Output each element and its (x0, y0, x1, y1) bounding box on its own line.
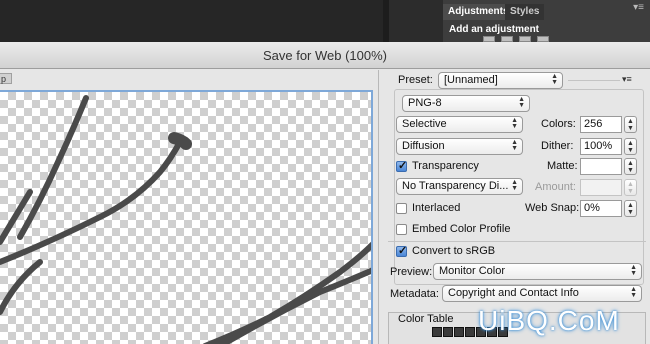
preview-value: Monitor Color (439, 265, 506, 277)
chevron-updown-icon: ▲ ▼ (511, 179, 518, 192)
matte-label: Matte: (547, 160, 578, 172)
color-swatch[interactable] (432, 327, 442, 337)
tab-adjustments[interactable]: Adjustments (443, 4, 514, 20)
preset-label: Preset: (398, 74, 433, 86)
preset-value: [Unnamed] (444, 74, 498, 86)
transparency-dither-select[interactable]: No Transparency Di... ▲ ▼ (396, 178, 523, 195)
color-table-label: Color Table (398, 313, 454, 325)
save-for-web-dialog: Save for Web (100%) p Preset: [Unnamed] … (0, 42, 650, 344)
document-area (0, 0, 383, 42)
interlaced-label: Interlaced (412, 202, 461, 214)
dither-field[interactable]: 100% (580, 138, 622, 155)
dialog-title: Save for Web (100%) (262, 48, 388, 63)
add-adjustment-label: Add an adjustment (449, 24, 540, 35)
adjustments-panel: Adjustments Styles ▾≡ Add an adjustment (443, 0, 650, 42)
format-select[interactable]: PNG-8 ▲ ▼ (402, 95, 530, 112)
image-preview-canvas[interactable] (0, 90, 373, 344)
amount-field (580, 179, 622, 196)
colors-label: Colors: (541, 118, 576, 130)
transparency-dither-value: No Transparency Di... (402, 180, 509, 192)
photoshop-workspace: Adjustments Styles ▾≡ Add an adjustment (0, 0, 650, 42)
metadata-label: Metadata: (390, 288, 439, 300)
transparency-label: Transparency (412, 160, 479, 172)
optimize-settings: Preset: [Unnamed] ▲ ▼ ▾≡ PNG-8 ▲ ▼ Selecti… (384, 70, 650, 344)
web-snap-stepper[interactable]: ▲ ▼ (624, 200, 637, 217)
chevron-updown-icon: ▲ ▼ (511, 117, 518, 130)
preview-select[interactable]: Monitor Color ▲ ▼ (433, 263, 642, 280)
panel-tabs: Adjustments Styles (443, 4, 650, 20)
dither-algorithm-value: Diffusion (402, 140, 445, 152)
matte-stepper[interactable]: ▲ ▼ (624, 158, 637, 175)
chevron-updown-icon: ▲ ▼ (630, 286, 637, 299)
color-reduction-select[interactable]: Selective ▲ ▼ (396, 116, 523, 133)
color-swatch[interactable] (443, 327, 453, 337)
pane-divider[interactable] (378, 70, 379, 344)
colors-field[interactable]: 256 (580, 116, 622, 133)
amount-label: Amount: (535, 181, 576, 193)
colors-stepper[interactable]: ▲ ▼ (624, 116, 637, 133)
interlaced-checkbox[interactable] (396, 203, 407, 214)
color-swatch[interactable] (465, 327, 475, 337)
web-snap-field[interactable]: 0% (580, 200, 622, 217)
transparency-checkbox[interactable] (396, 159, 407, 172)
convert-srgb-label: Convert to sRGB (412, 245, 496, 257)
matte-field[interactable] (580, 158, 622, 175)
branch-artwork (0, 95, 371, 344)
panel-menu-icon[interactable]: ▾≡ (633, 2, 644, 13)
preset-select[interactable]: [Unnamed] ▲ ▼ (438, 72, 563, 89)
metadata-select[interactable]: Copyright and Contact Info ▲ ▼ (442, 285, 642, 302)
dither-stepper[interactable]: ▲ ▼ (624, 138, 637, 155)
dither-algorithm-select[interactable]: Diffusion ▲ ▼ (396, 138, 523, 155)
watermark-text: UiBQ.CoM (478, 305, 620, 336)
dither-label: Dither: (541, 140, 574, 152)
dialog-titlebar[interactable]: Save for Web (100%) (0, 42, 650, 69)
chevron-updown-icon: ▲ ▼ (518, 96, 525, 109)
metadata-value: Copyright and Contact Info (448, 287, 579, 299)
preset-separator (568, 80, 620, 81)
embed-profile-checkbox[interactable] (396, 224, 407, 235)
chevron-updown-icon: ▲ ▼ (551, 73, 558, 86)
chevron-updown-icon: ▲ ▼ (630, 264, 637, 277)
view-tab[interactable]: p (0, 73, 12, 84)
color-swatch[interactable] (454, 327, 464, 337)
convert-srgb-checkbox[interactable] (396, 244, 407, 257)
optimize-menu-icon[interactable]: ▾≡ (622, 74, 632, 85)
amount-stepper: ▲ ▼ (624, 179, 637, 196)
embed-profile-label: Embed Color Profile (412, 223, 511, 235)
panel-dock (389, 0, 443, 42)
chevron-updown-icon: ▲ ▼ (511, 139, 518, 152)
section-separator (388, 241, 646, 242)
format-value: PNG-8 (408, 97, 442, 109)
color-reduction-value: Selective (402, 118, 447, 130)
tab-styles[interactable]: Styles (505, 4, 545, 20)
preview-label: Preview: (390, 266, 433, 278)
web-snap-label: Web Snap: (525, 202, 580, 214)
